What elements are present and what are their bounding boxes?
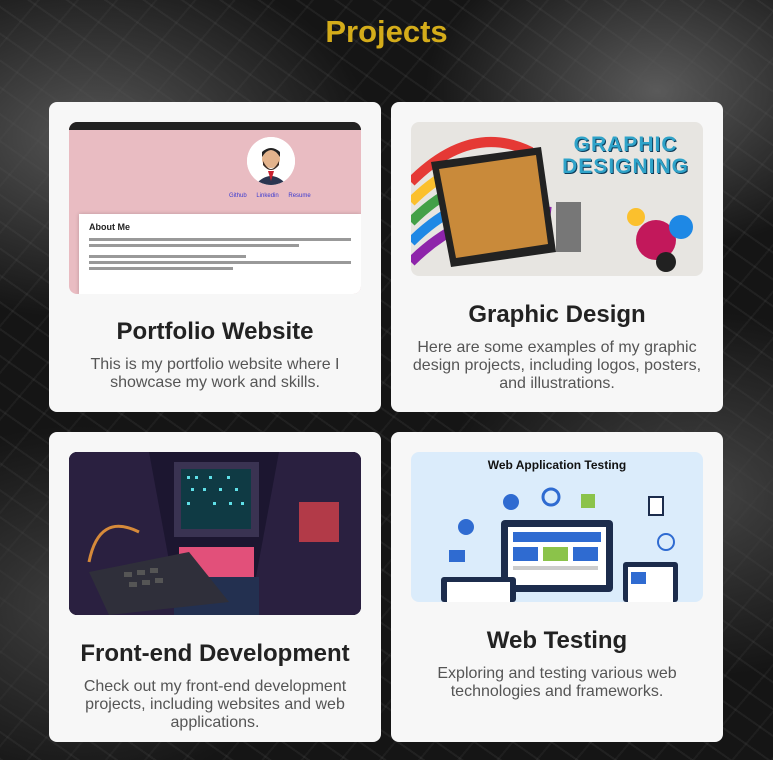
project-description: Exploring and testing various web techno…	[437, 665, 677, 700]
front-end-thumbnail	[69, 452, 361, 615]
portfolio-thumbnail: Github Linkedin Resume About Me	[69, 122, 361, 294]
project-card-portfolio[interactable]: Github Linkedin Resume About Me Portfoli…	[49, 102, 381, 412]
project-description: This is my portfolio website where I sho…	[90, 356, 340, 391]
project-card-web-testing[interactable]: Web Application Testing Web Testing Expl…	[391, 432, 723, 742]
project-title: Portfolio Website	[116, 318, 314, 345]
banner-line-1: GRAPHIC	[573, 133, 678, 156]
banner-line-2: DESIGNING	[562, 155, 689, 178]
about-heading: About Me	[89, 222, 130, 232]
project-description: Check out my front-end development proje…	[83, 678, 347, 731]
portfolio-nav-links: Github Linkedin Resume	[229, 193, 311, 199]
project-card-front-end[interactable]: Front-end Development Check out my front…	[49, 432, 381, 742]
project-card-graphic-design[interactable]: GRAPHIC DESIGNING Graphic Design Here ar…	[391, 102, 723, 412]
graphic-design-thumbnail: GRAPHIC DESIGNING	[411, 122, 703, 276]
avatar	[247, 137, 295, 185]
project-title: Front-end Development	[80, 640, 350, 667]
web-testing-thumbnail: Web Application Testing	[411, 452, 703, 602]
project-description: Here are some examples of my graphic des…	[412, 339, 702, 392]
page-title: Projects	[325, 14, 448, 49]
project-title: Graphic Design	[468, 301, 646, 328]
project-title: Web Testing	[486, 627, 628, 654]
